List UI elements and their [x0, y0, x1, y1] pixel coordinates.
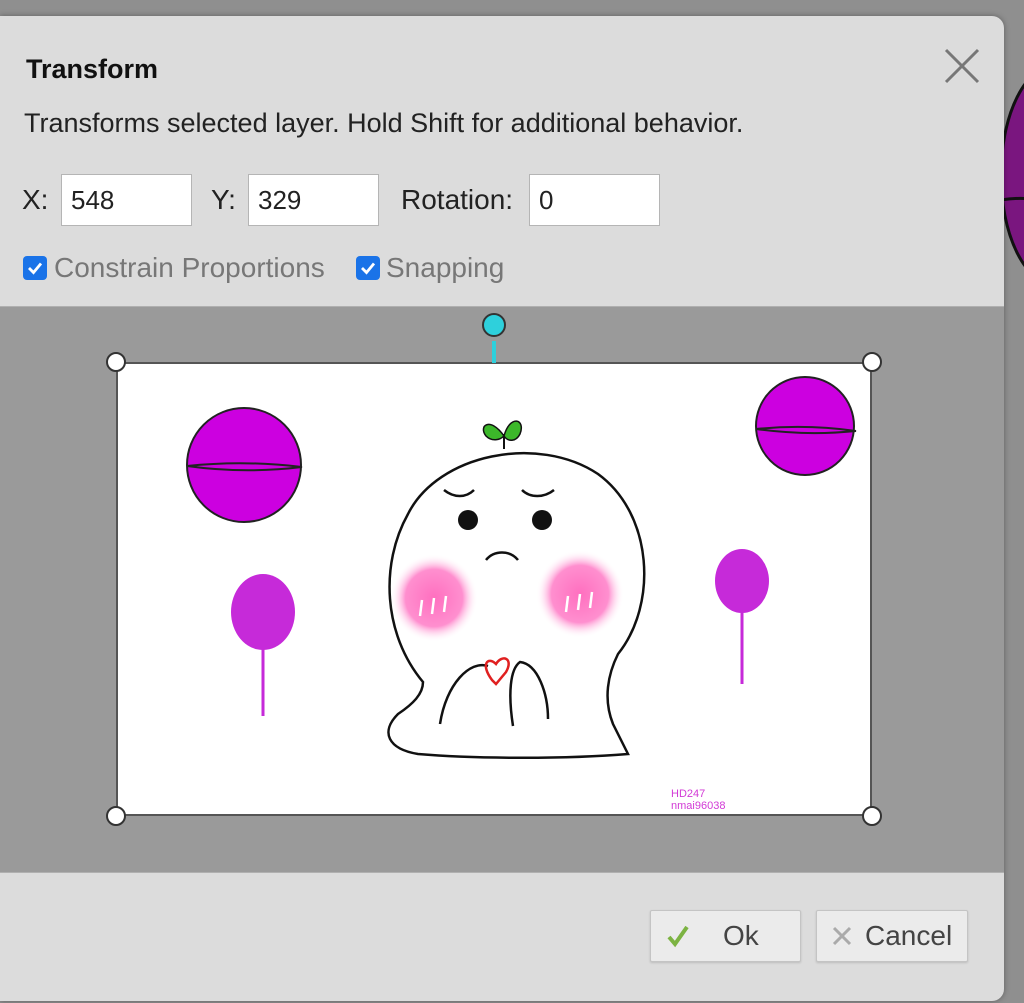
- snapping-label[interactable]: Snapping: [386, 252, 504, 284]
- rotation-input[interactable]: [529, 174, 660, 226]
- ok-check-icon: [667, 925, 689, 948]
- dialog-title: Transform: [26, 54, 159, 84]
- cancel-x-icon: [832, 926, 852, 946]
- rotation-label: Rotation:: [401, 184, 514, 215]
- resize-handle-top-left[interactable]: [106, 352, 126, 372]
- layer-preview[interactable]: HD247 nmai96038: [116, 362, 872, 816]
- watermark-text: HD247 nmai96038: [671, 788, 726, 812]
- layer-image: [186, 376, 857, 759]
- rotation-handle-stem: [492, 341, 496, 363]
- close-button[interactable]: [940, 44, 984, 88]
- close-icon: [944, 48, 980, 84]
- x-label: X:: [22, 184, 49, 215]
- cancel-label: Cancel: [865, 920, 953, 951]
- rotation-handle[interactable]: [482, 313, 506, 337]
- checkbox-check-icon: [28, 262, 43, 275]
- checkbox-check-icon: [361, 262, 376, 275]
- y-label: Y:: [211, 184, 236, 215]
- ok-button[interactable]: Ok: [650, 910, 801, 962]
- transform-dialog: Transform Transforms selected layer. Hol…: [0, 16, 1004, 1001]
- constrain-proportions-label[interactable]: Constrain Proportions: [54, 252, 325, 284]
- snapping-checkbox[interactable]: [356, 256, 380, 280]
- resize-handle-bottom-left[interactable]: [106, 806, 126, 826]
- ok-label: Ok: [723, 920, 759, 951]
- resize-handle-bottom-right[interactable]: [862, 806, 882, 826]
- y-input[interactable]: [248, 174, 379, 226]
- dialog-description: Transforms selected layer. Hold Shift fo…: [24, 108, 744, 138]
- transform-preview-area: HD247 nmai96038: [0, 306, 1004, 873]
- cancel-button[interactable]: Cancel: [816, 910, 968, 962]
- x-input[interactable]: [61, 174, 192, 226]
- constrain-proportions-checkbox[interactable]: [23, 256, 47, 280]
- resize-handle-top-right[interactable]: [862, 352, 882, 372]
